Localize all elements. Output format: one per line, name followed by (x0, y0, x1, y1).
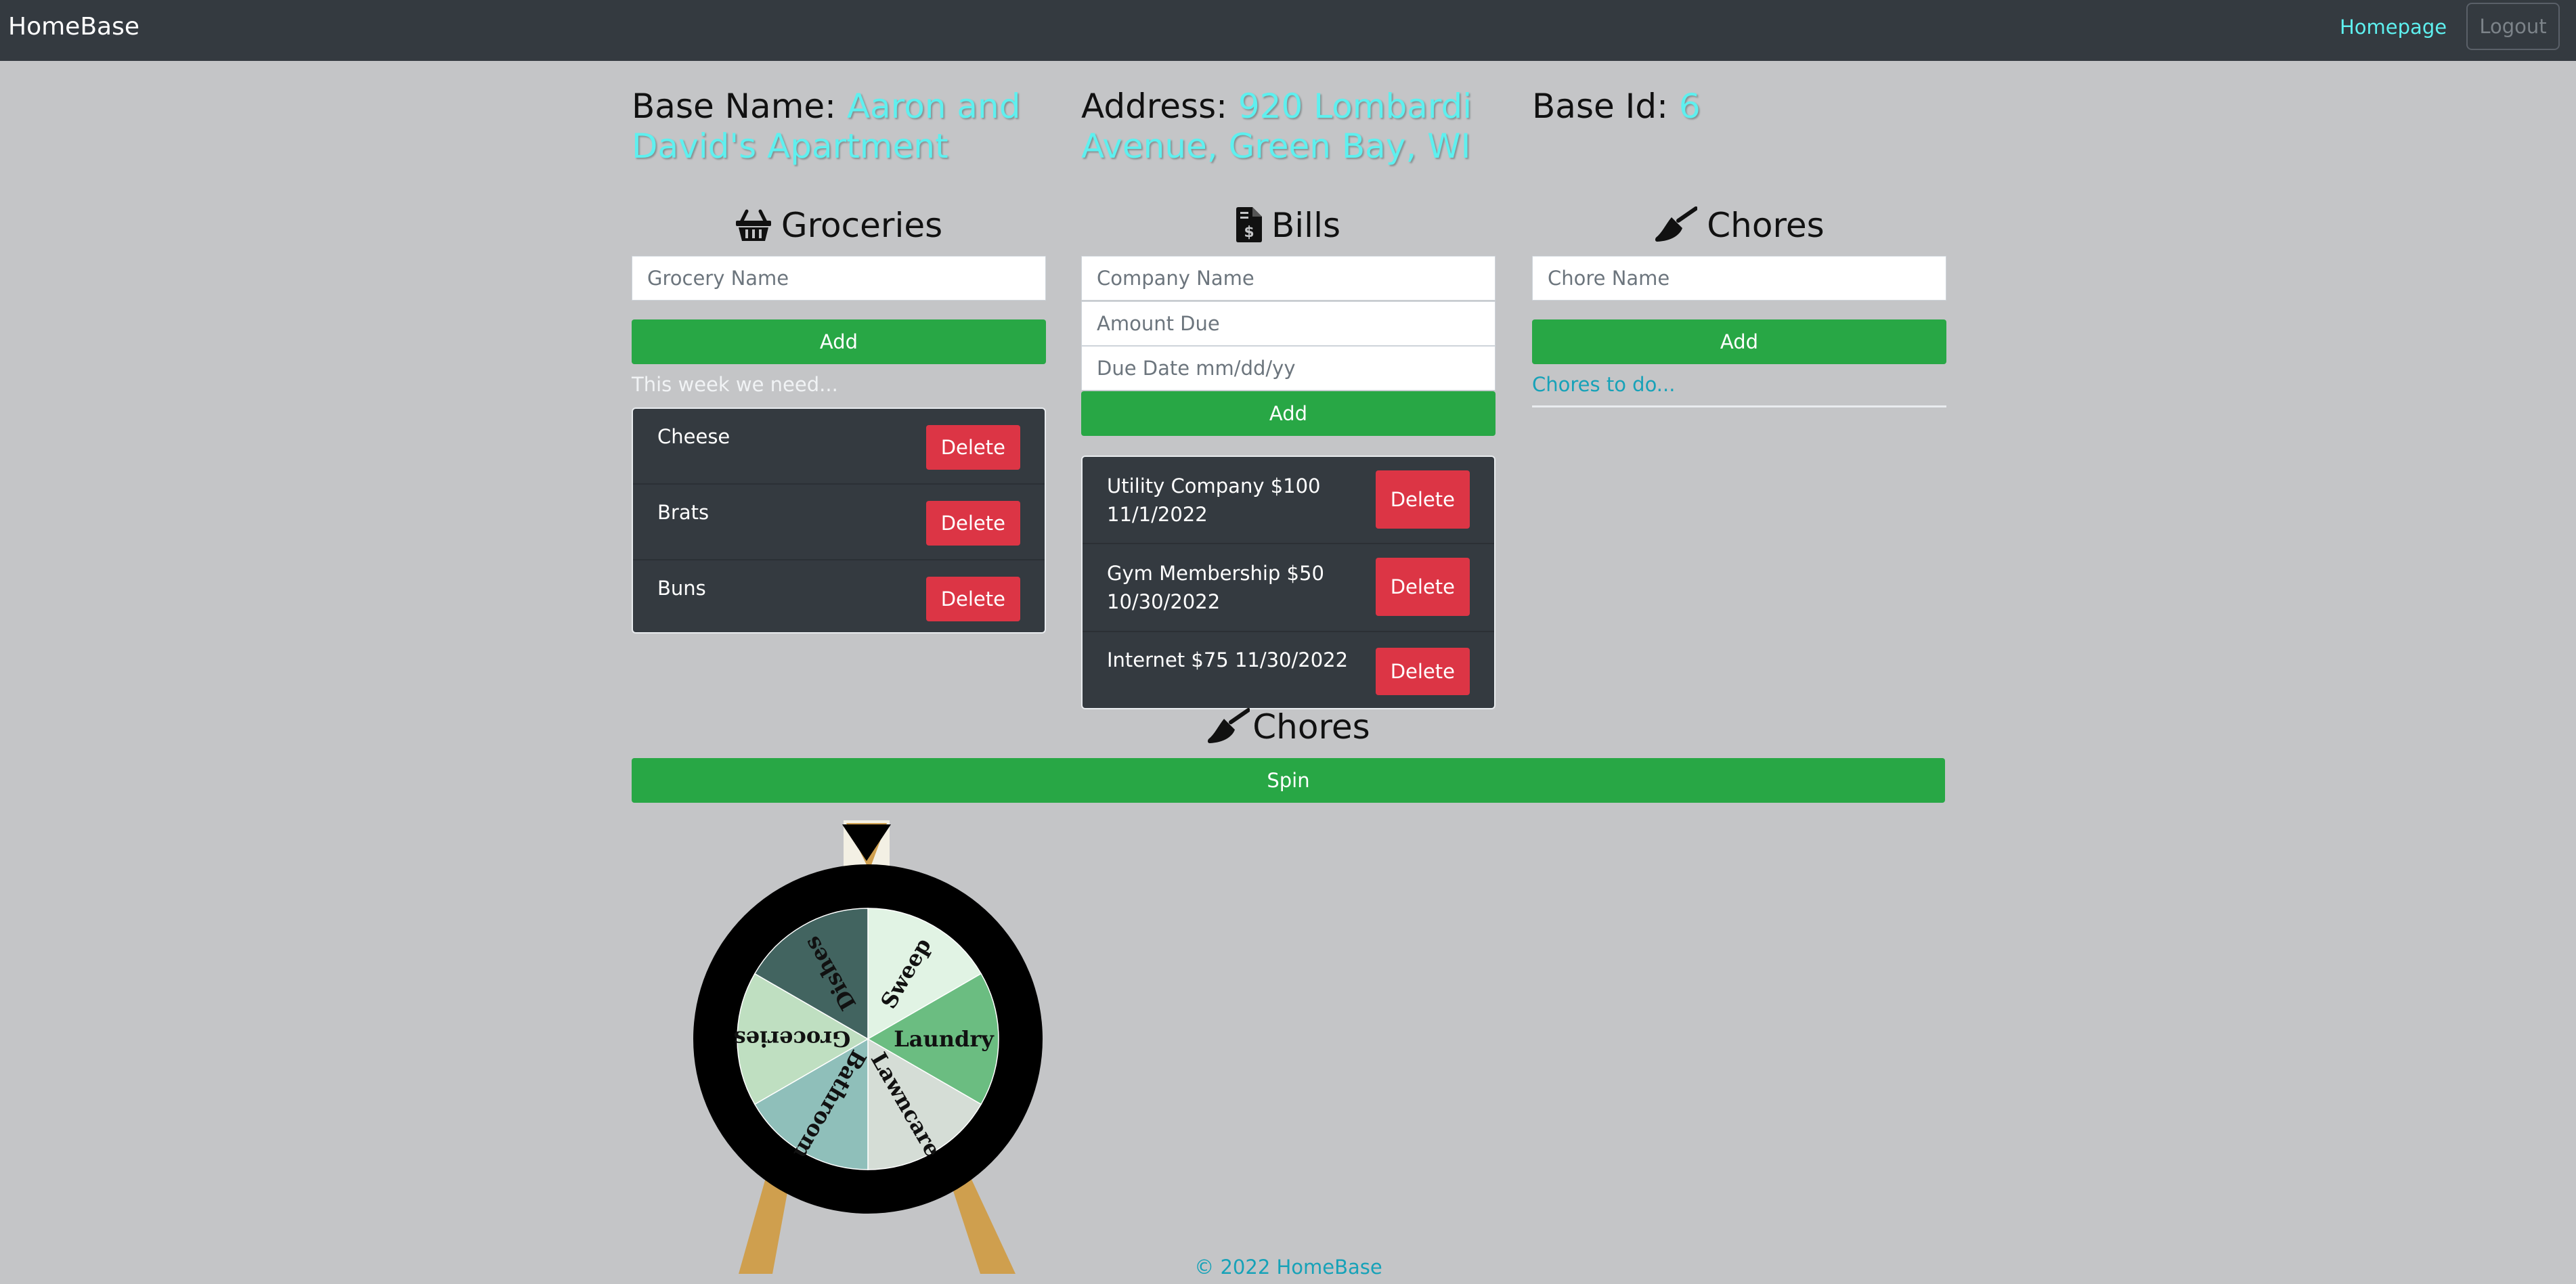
company-name-input[interactable] (1081, 256, 1496, 301)
wheel-segment-label: Groceries (734, 1026, 851, 1052)
shopping-basket-icon (735, 209, 771, 241)
svg-text:$: $ (1244, 224, 1254, 241)
footer-copyright: © 2022 HomeBase (1194, 1256, 1382, 1279)
broom-icon (1208, 708, 1251, 743)
bill-item: Utility Company $100 11/1/2022 Delete (1083, 457, 1494, 544)
grocery-name-input[interactable] (632, 256, 1046, 301)
address-label: Address: (1081, 87, 1227, 126)
bill-item-text: Gym Membership $50 10/30/2022 (1107, 562, 1324, 613)
grocery-item: Buns Delete (633, 560, 1045, 632)
grocery-item: Brats Delete (633, 485, 1045, 560)
delete-grocery-button[interactable]: Delete (925, 501, 1020, 546)
add-bill-button[interactable]: Add (1081, 391, 1496, 436)
groceries-title: Groceries (781, 206, 943, 245)
bills-heading: $ Bills (1081, 202, 1496, 249)
delete-bill-button[interactable]: Delete (1375, 648, 1470, 695)
chores-caption: Chores to do... (1532, 373, 1676, 396)
bill-item-text: Utility Company $100 11/1/2022 (1107, 474, 1321, 526)
bill-item-text: Internet $75 11/30/2022 (1107, 648, 1349, 671)
delete-bill-button[interactable]: Delete (1375, 470, 1470, 529)
bill-item: Internet $75 11/30/2022 Delete (1083, 632, 1494, 708)
brand-logo[interactable]: HomeBase (8, 11, 139, 43)
logout-button[interactable]: Logout (2466, 3, 2560, 50)
delete-grocery-button[interactable]: Delete (925, 425, 1020, 470)
chores-title: Chores (1707, 206, 1825, 245)
bills-list: Utility Company $100 11/1/2022 Delete Gy… (1081, 456, 1496, 709)
base-name: Base Name: Aaron and David's Apartment (632, 87, 1051, 167)
add-chore-button[interactable]: Add (1532, 319, 1946, 364)
delete-grocery-button[interactable]: Delete (925, 577, 1020, 621)
navbar: HomeBase Homepage Logout (0, 0, 2576, 61)
groceries-caption: This week we need... (632, 373, 838, 396)
chore-wheel-title: Chores (1252, 707, 1370, 747)
base-address: Address: 920 Lombardi Avenue, Green Bay,… (1081, 87, 1501, 167)
file-invoice-dollar-icon: $ (1236, 207, 1262, 242)
homepage-link[interactable]: Homepage (2340, 14, 2447, 41)
grocery-item-name: Cheese (657, 425, 730, 448)
base-id: Base Id: 6 (1532, 87, 1952, 127)
grocery-item-name: Buns (657, 577, 706, 600)
spin-button[interactable]: Spin (632, 758, 1945, 803)
base-name-label: Base Name: (632, 87, 837, 126)
broom-icon (1655, 206, 1699, 242)
groceries-heading: Groceries (632, 202, 1046, 249)
chore-name-input[interactable] (1532, 256, 1946, 301)
add-grocery-button[interactable]: Add (632, 319, 1046, 364)
chores-heading: Chores (1532, 202, 1946, 249)
chore-wheel-heading: Chores (632, 701, 1945, 753)
grocery-item-name: Brats (657, 501, 710, 524)
groceries-list: Cheese Delete Brats Delete Buns Delete (632, 407, 1046, 634)
bills-title: Bills (1271, 206, 1341, 245)
base-id-value: 6 (1678, 87, 1701, 126)
grocery-item: Cheese Delete (633, 409, 1045, 485)
amount-due-input[interactable] (1081, 301, 1496, 346)
chore-wheel[interactable]: SweepLaundryLawncareBathroomGroceriesDis… (677, 819, 1056, 1279)
wheel-segment-label: Laundry (894, 1026, 995, 1052)
chores-list-divider (1532, 405, 1946, 407)
base-id-label: Base Id: (1532, 87, 1668, 126)
due-date-input[interactable] (1081, 346, 1496, 391)
delete-bill-button[interactable]: Delete (1375, 558, 1470, 616)
bill-item: Gym Membership $50 10/30/2022 Delete (1083, 544, 1494, 632)
